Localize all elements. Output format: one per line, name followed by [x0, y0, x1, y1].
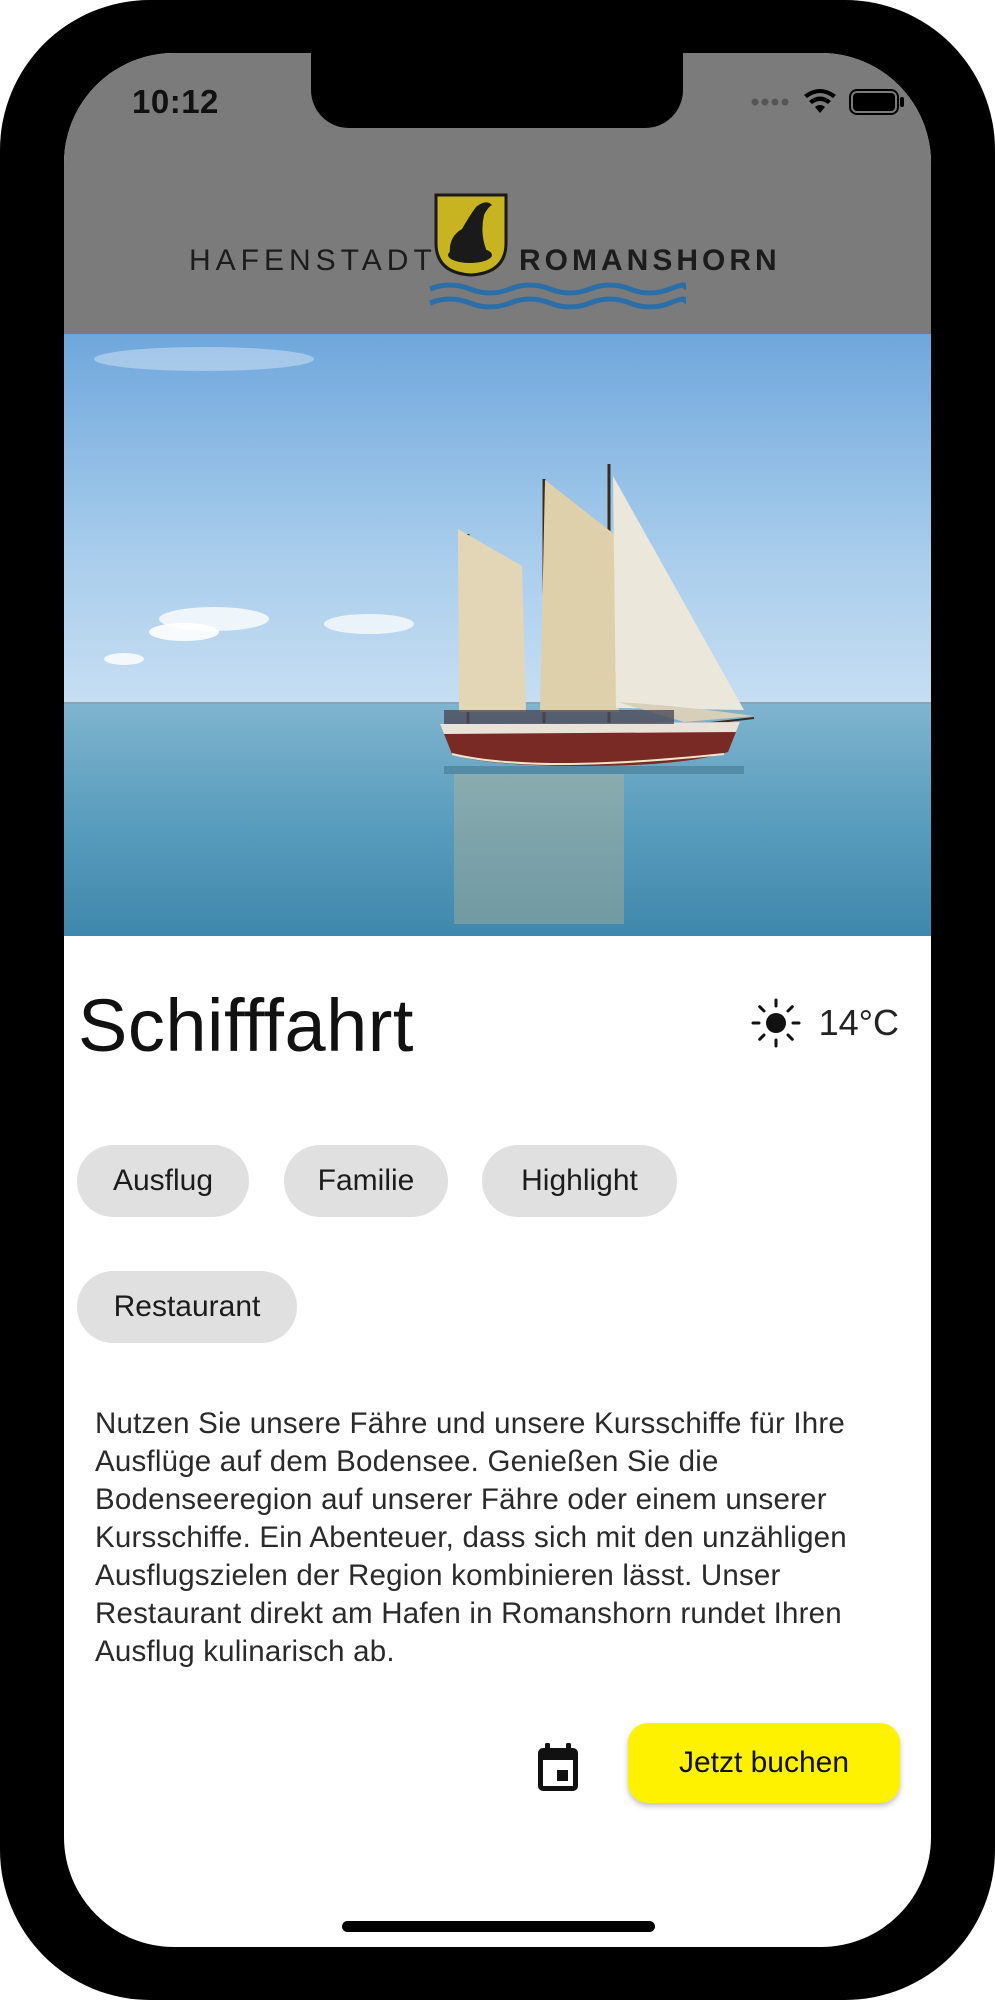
book-now-button[interactable]: Jetzt buchen	[628, 1723, 900, 1803]
calendar-button[interactable]	[528, 1738, 588, 1798]
weather-info: 14°C	[751, 998, 899, 1048]
tag-chip-familie[interactable]: Familie	[284, 1145, 448, 1217]
romanshorn-logo: HAFENSTADT ROMANSHORN	[189, 193, 809, 313]
page-title: Schifffahrt	[78, 984, 414, 1067]
tag-chip-highlight[interactable]: Highlight	[482, 1145, 677, 1217]
side-button-volume-up	[0, 540, 4, 690]
logo-text-left: HAFENSTADT	[189, 244, 437, 277]
sun-icon	[751, 998, 801, 1048]
temperature: 14°C	[818, 1002, 899, 1043]
sailing-ship-photo	[64, 334, 931, 936]
hero-image	[64, 334, 931, 936]
side-button-power	[991, 590, 995, 830]
tag-chip-restaurant[interactable]: Restaurant	[77, 1271, 297, 1343]
tag-chip-ausflug[interactable]: Ausflug	[77, 1145, 249, 1217]
side-button-silent	[0, 400, 4, 480]
signal-dots-icon	[751, 98, 789, 106]
screen: HAFENSTADT ROMANSHORN 10:12 Schifffahrt …	[64, 53, 931, 1947]
waves-icon	[429, 282, 686, 310]
description-text: Nutzen Sie unsere Fähre und unsere Kurss…	[95, 1407, 847, 1668]
crest-icon	[434, 193, 508, 277]
battery-icon	[849, 89, 904, 115]
home-indicator[interactable]	[342, 1921, 655, 1932]
logo-text-right: ROMANSHORN	[519, 244, 781, 277]
phone-frame: HAFENSTADT ROMANSHORN 10:12 Schifffahrt …	[0, 0, 995, 2000]
status-bar: 10:12	[64, 53, 931, 120]
calendar-icon	[538, 1743, 578, 1791]
status-time: 10:12	[132, 83, 219, 120]
side-button-volume-down	[0, 735, 4, 885]
status-icons	[751, 89, 905, 115]
wifi-icon	[804, 89, 836, 113]
